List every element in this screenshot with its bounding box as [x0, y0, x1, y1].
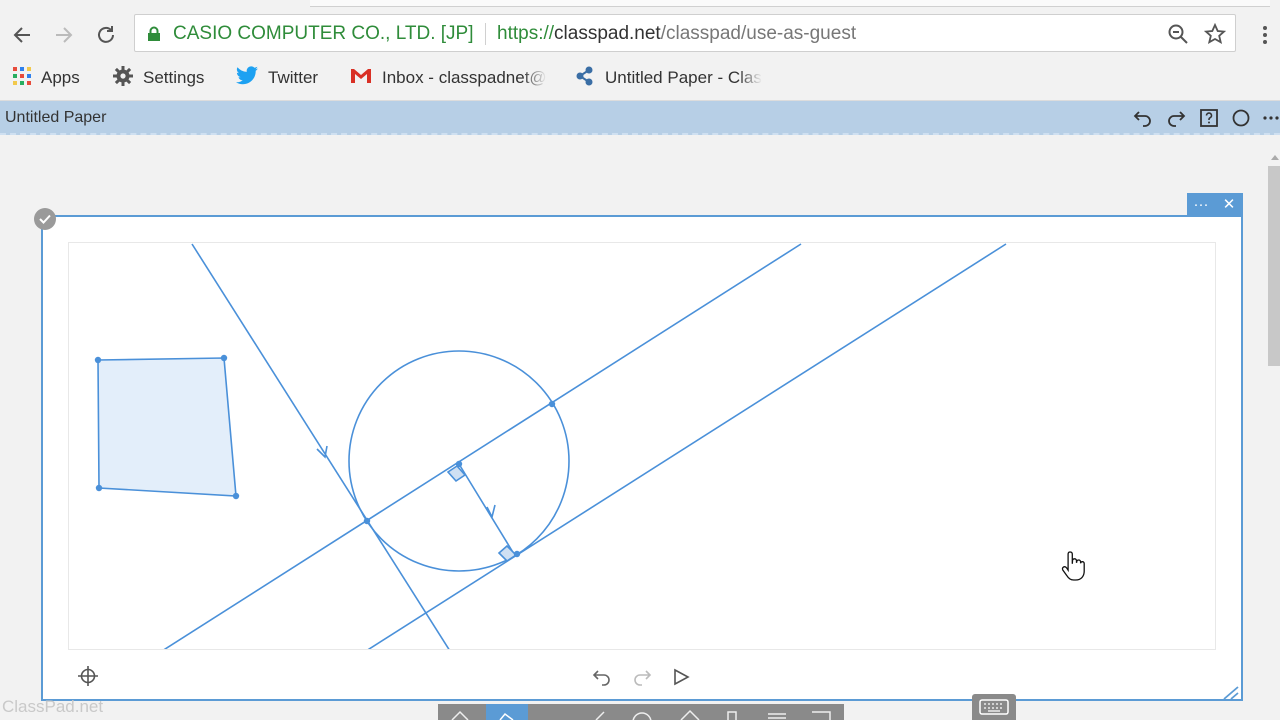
bookmark-label: Apps: [41, 68, 80, 87]
active-tab[interactable]: [310, 0, 1270, 7]
bookmark-twitter[interactable]: Twitter: [235, 65, 319, 91]
help-icon[interactable]: [1198, 107, 1220, 129]
url-path: /classpad/use-as-guest: [660, 23, 857, 44]
vertex-point: [94, 356, 102, 364]
undo-icon[interactable]: [1132, 107, 1154, 129]
intersection-point: [363, 517, 371, 525]
classpad-icon: [574, 65, 596, 92]
bookmark-label: Untitled Paper - Clas: [605, 68, 762, 87]
classpad-watermark: ClassPad.net: [2, 697, 104, 716]
card-close-button[interactable]: ✕: [1215, 193, 1243, 215]
bookmark-inbox[interactable]: Inbox - classpadnet@: [349, 67, 547, 89]
apps-grid-icon: [12, 66, 32, 91]
scroll-up-arrow-icon[interactable]: [1270, 148, 1280, 166]
divider: [485, 23, 486, 45]
address-bar[interactable]: CASIO COMPUTER CO., LTD. [JP] https://cl…: [134, 14, 1236, 52]
geometry-drawing[interactable]: [69, 243, 1216, 650]
bookmark-label: Settings: [143, 68, 205, 87]
circle-icon[interactable]: [1230, 107, 1252, 129]
card-menu-button[interactable]: ···: [1187, 193, 1215, 215]
bookmarks-bar: Apps Settings Twitter Inbox - classpadne…: [0, 56, 1280, 101]
menu-kebab-icon[interactable]: [1250, 20, 1280, 50]
hand-cursor-icon: [1060, 549, 1088, 588]
more-icon[interactable]: [1262, 107, 1280, 129]
right-angle-marker-bottom: [497, 544, 518, 563]
url-scheme: https://: [497, 23, 555, 44]
paper-title[interactable]: Untitled Paper: [5, 109, 106, 127]
undo-icon[interactable]: [589, 664, 615, 690]
scrollbar-thumb[interactable]: [1268, 166, 1280, 366]
bookmark-apps[interactable]: Apps: [12, 66, 80, 91]
line-upper: [163, 243, 802, 649]
bookmark-untitled-paper[interactable]: Untitled Paper - Clas: [574, 65, 762, 92]
tab-strip: [0, 0, 1280, 14]
arrow-marker-icon: [486, 504, 496, 520]
back-icon[interactable]: [7, 20, 37, 50]
gmail-icon: [349, 67, 373, 90]
zoom-icon[interactable]: [1167, 23, 1189, 50]
perpendicular-segment: [458, 463, 515, 555]
url-text[interactable]: https://classpad.net/classpad/use-as-gue…: [497, 23, 856, 45]
vertex-point: [220, 354, 228, 362]
browser-toolbar: CASIO COMPUTER CO., LTD. [JP] https://cl…: [0, 14, 1280, 56]
redo-icon[interactable]: [1165, 107, 1187, 129]
bookmark-settings[interactable]: Settings: [112, 65, 205, 92]
line-lower: [367, 243, 1007, 649]
intersection-point: [513, 550, 521, 558]
bookmark-label: Inbox - classpadnet@: [382, 68, 547, 87]
drawing-tool-icons: [451, 709, 831, 720]
intersection-point: [548, 400, 556, 408]
site-identity: CASIO COMPUTER CO., LTD. [JP]: [173, 23, 474, 44]
crosshair-icon[interactable]: [75, 663, 101, 689]
reload-icon[interactable]: [91, 20, 121, 50]
play-icon[interactable]: [668, 664, 694, 690]
lock-icon: [147, 26, 161, 47]
drawing-toolbar[interactable]: [438, 704, 844, 720]
center-point: [455, 460, 463, 468]
app-header: Untitled Paper: [0, 101, 1280, 135]
keyboard-icon[interactable]: [972, 694, 1016, 720]
gear-icon: [112, 65, 134, 92]
check-icon[interactable]: [34, 208, 56, 230]
quadrilateral: [97, 357, 237, 497]
card-tab-controls: ··· ✕: [1187, 193, 1243, 215]
vertex-point: [232, 492, 240, 500]
geometry-canvas[interactable]: [68, 242, 1216, 650]
forward-icon[interactable]: [49, 20, 79, 50]
redo-icon[interactable]: [629, 664, 655, 690]
url-host: classpad.net: [554, 23, 661, 44]
vertex-point: [95, 484, 103, 492]
resize-handle-icon[interactable]: [1220, 686, 1240, 705]
twitter-bird-icon: [235, 65, 259, 91]
bookmark-label: Twitter: [268, 68, 319, 87]
bookmark-star-icon[interactable]: [1203, 22, 1227, 50]
